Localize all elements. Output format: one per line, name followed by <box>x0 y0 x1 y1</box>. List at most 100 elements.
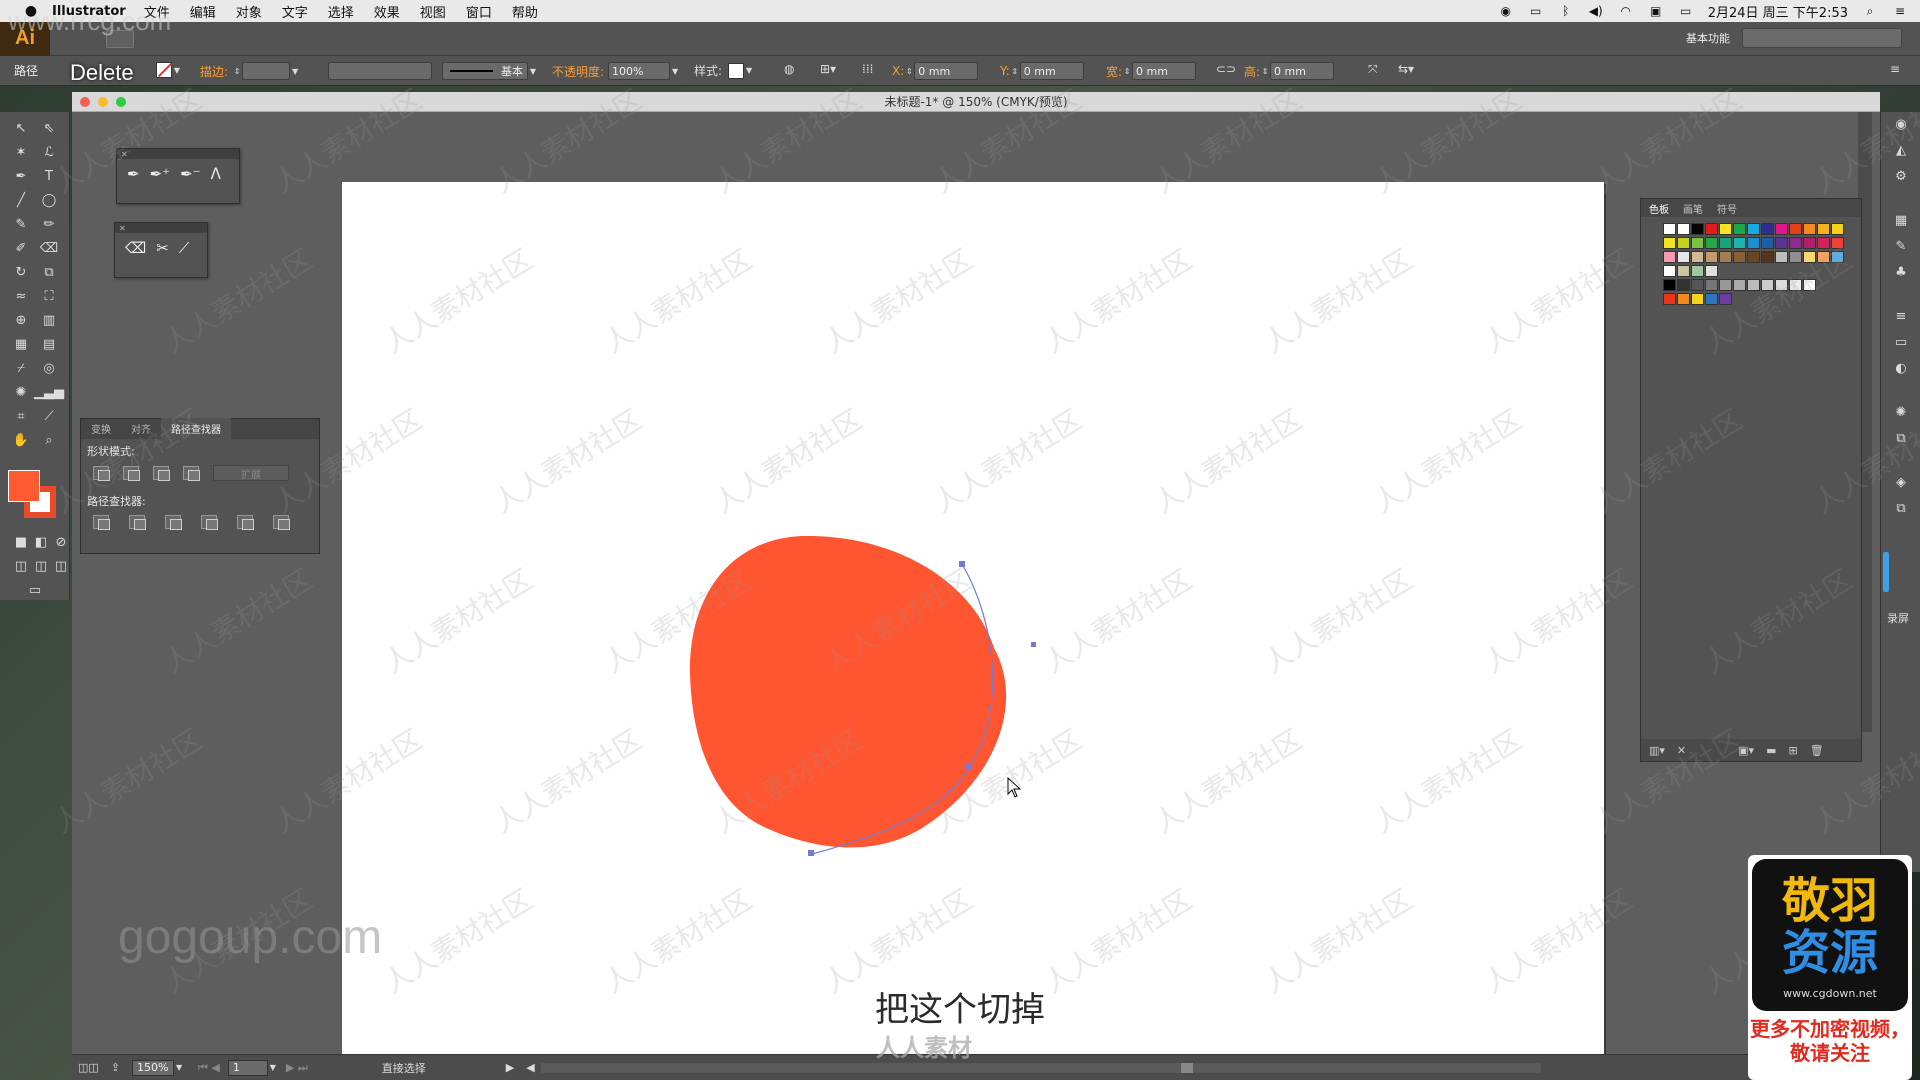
color-swatch[interactable] <box>1719 251 1732 263</box>
minimize-window-icon[interactable] <box>98 97 108 107</box>
color-swatch[interactable] <box>1761 279 1774 291</box>
color-swatch[interactable] <box>1733 237 1746 249</box>
color-swatch[interactable] <box>1761 223 1774 235</box>
draw-behind-icon[interactable]: ◫ <box>30 556 52 576</box>
control-panel-menu-icon[interactable]: ≡ <box>1890 62 1900 76</box>
delete-anchor-tool-icon[interactable]: ✒⁻ <box>180 165 201 183</box>
mesh-tool-icon[interactable]: ▦ <box>10 334 32 354</box>
color-swatch[interactable] <box>1705 237 1718 249</box>
color-swatch[interactable] <box>1803 279 1816 291</box>
artboards-panel-icon[interactable]: ⧉ <box>1891 498 1911 518</box>
opacity-field[interactable]: 100% <box>608 62 671 80</box>
color-swatch[interactable] <box>1663 293 1676 305</box>
stroke-label[interactable]: 描边: <box>200 63 228 80</box>
color-swatch[interactable] <box>1677 251 1690 263</box>
align-options-icon[interactable]: ⊞▾ <box>820 62 836 76</box>
swatches-panel-icon[interactable]: ▦ <box>1891 210 1911 230</box>
input-method-icon[interactable]: ▣ <box>1648 4 1664 18</box>
menu-edit[interactable]: 编辑 <box>190 2 216 21</box>
chevron-down-icon[interactable]: ▼ <box>744 66 754 75</box>
graphic-style-swatch[interactable] <box>728 62 745 79</box>
color-swatch[interactable] <box>1817 223 1830 235</box>
next-artboard-icon[interactable]: ▶ ⏭ <box>286 1061 308 1075</box>
crop-button[interactable] <box>201 515 218 530</box>
workspace-switcher[interactable]: 基本功能 <box>1686 30 1730 46</box>
spotlight-search-icon[interactable]: ⌕ <box>1862 4 1878 18</box>
status-menu-icon[interactable]: ▶ <box>506 1061 514 1074</box>
paintbrush-tool-icon[interactable]: ✎ <box>10 214 32 234</box>
zoom-tool-icon[interactable]: ⌕ <box>38 430 60 450</box>
chevron-down-icon[interactable]: ▼ <box>268 1063 278 1072</box>
color-swatch[interactable] <box>1663 265 1676 277</box>
color-swatch[interactable] <box>1747 279 1760 291</box>
color-swatch[interactable] <box>1775 223 1788 235</box>
layers-panel-icon[interactable]: ◈ <box>1891 472 1911 492</box>
artwork-canvas[interactable] <box>342 182 1604 1080</box>
stepper-icon[interactable]: ⇕ <box>904 67 914 76</box>
exclude-button[interactable] <box>183 466 200 481</box>
color-swatch[interactable] <box>1747 223 1760 235</box>
color-swatch[interactable] <box>1817 251 1830 263</box>
color-swatch[interactable] <box>1747 251 1760 263</box>
color-swatch[interactable] <box>1817 237 1830 249</box>
color-swatch[interactable] <box>1775 237 1788 249</box>
artboard-number-field[interactable]: 1 <box>227 1059 268 1076</box>
record-status-icon[interactable]: ◉ <box>1498 4 1514 18</box>
color-panel-icon[interactable]: ✺ <box>1891 402 1911 422</box>
chevron-down-icon[interactable]: ▼ <box>670 67 680 76</box>
anchor-point[interactable] <box>959 561 965 567</box>
add-anchor-tool-icon[interactable]: ✒⁺ <box>150 165 171 183</box>
recording-indicator[interactable] <box>1883 552 1889 592</box>
recolor-icon[interactable]: ◍ <box>784 62 794 76</box>
outline-button[interactable] <box>237 515 254 530</box>
chevron-down-icon[interactable]: ▼ <box>528 67 538 76</box>
symbols-panel-icon[interactable]: ♣ <box>1891 262 1911 282</box>
eyedropper-tool-icon[interactable]: ⌿ <box>10 358 32 378</box>
color-swatch[interactable] <box>1705 279 1718 291</box>
color-swatch[interactable] <box>1761 251 1774 263</box>
color-swatch[interactable] <box>1803 237 1816 249</box>
volume-icon[interactable]: ◀) <box>1588 4 1604 18</box>
color-swatch[interactable] <box>1789 279 1802 291</box>
tab-pathfinder[interactable]: 路径查找器 <box>161 418 231 439</box>
anchor-point[interactable] <box>808 850 814 856</box>
stepper-icon[interactable]: ⇕ <box>1122 67 1132 76</box>
menubar-clock[interactable]: 2月24日 周三 下午2:53 <box>1708 2 1848 21</box>
color-swatch[interactable] <box>1803 251 1816 263</box>
color-swatch[interactable] <box>1719 279 1732 291</box>
chevron-down-icon[interactable]: ▼ <box>174 1063 184 1072</box>
zoom-field[interactable]: 150% <box>132 1059 175 1076</box>
color-swatch[interactable] <box>1747 237 1760 249</box>
color-swatch[interactable] <box>1733 279 1746 291</box>
color-swatch[interactable] <box>1831 223 1844 235</box>
tab-brushes[interactable]: 画笔 <box>1683 201 1703 216</box>
menu-window[interactable]: 窗口 <box>466 2 492 21</box>
color-swatch[interactable] <box>1677 223 1690 235</box>
color-swatch[interactable] <box>1761 237 1774 249</box>
color-swatch[interactable] <box>1719 223 1732 235</box>
symbol-sprayer-tool-icon[interactable]: ✺ <box>10 382 32 402</box>
color-swatch[interactable] <box>1831 237 1844 249</box>
color-swatch[interactable] <box>1789 251 1802 263</box>
airplay-icon[interactable]: ▭ <box>1528 4 1544 18</box>
color-swatch[interactable] <box>1733 223 1746 235</box>
knife-tool-icon[interactable]: ⟋ <box>179 239 190 257</box>
color-swatch[interactable] <box>1663 251 1676 263</box>
color-swatch[interactable] <box>1775 251 1788 263</box>
direct-selection-tool-icon[interactable]: ⇖ <box>38 118 60 138</box>
tab-symbols[interactable]: 符号 <box>1717 201 1737 216</box>
color-swatch[interactable] <box>1719 293 1732 305</box>
magic-wand-tool-icon[interactable]: ✶ <box>10 142 32 162</box>
help-search-input[interactable] <box>1742 28 1902 48</box>
color-swatch[interactable] <box>1803 223 1816 235</box>
first-artboard-icon[interactable]: ⏮ ◀ <box>198 1061 220 1075</box>
color-swatch[interactable] <box>1789 237 1802 249</box>
brush-definition-field[interactable]: 基本 <box>442 62 528 80</box>
height-field[interactable]: 0 mm <box>1270 62 1335 80</box>
scroll-thumb[interactable] <box>1180 1062 1193 1073</box>
chevron-down-icon[interactable]: ▼ <box>172 66 182 75</box>
color-swatch[interactable] <box>1705 293 1718 305</box>
color-swatch[interactable] <box>1663 223 1676 235</box>
color-swatch[interactable] <box>1789 223 1802 235</box>
transparency-panel-icon[interactable]: ◐ <box>1891 358 1911 378</box>
